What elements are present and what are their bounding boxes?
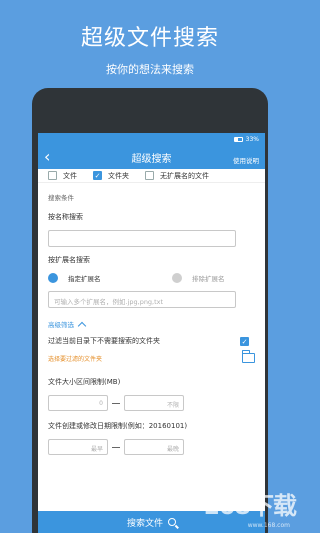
- name-search-label: 按名称搜索: [48, 213, 83, 221]
- checkbox-exclude-dirs[interactable]: ✓: [240, 336, 249, 346]
- filetype-noext[interactable]: 无扩展名的文件: [145, 171, 209, 181]
- size-min-input[interactable]: 0: [48, 395, 108, 411]
- date-limit-label: 文件创建或修改日期限制(例如：20160101): [48, 422, 188, 430]
- filetype-folder[interactable]: ✓ 文件夹: [93, 171, 129, 181]
- status-bar: 33%: [38, 133, 265, 145]
- checkbox-file[interactable]: [48, 171, 57, 180]
- watermark-url: www.168.com: [247, 522, 290, 529]
- size-max-input[interactable]: 不限: [124, 395, 184, 411]
- conditions-section-label: 搜索条件: [48, 194, 74, 202]
- size-limit-label: 文件大小区间限制(MB): [48, 378, 121, 386]
- advanced-filter-toggle[interactable]: 高级筛选: [38, 319, 265, 330]
- app-screen: 33% ‹ 超级搜索 使用说明 文件 ✓ 文件夹 无扩展名的文件 搜索条件 按名…: [38, 133, 265, 533]
- promo-subtitle: 按你的想法来搜索: [106, 63, 194, 76]
- checkbox-noext[interactable]: [145, 171, 154, 180]
- date-end-input[interactable]: 最晚: [124, 439, 184, 455]
- help-button[interactable]: 使用说明: [233, 155, 259, 165]
- pick-folders-row[interactable]: 选择要过滤的文件夹: [38, 349, 265, 367]
- filetype-folder-label: 文件夹: [108, 171, 129, 180]
- name-search-input[interactable]: [48, 230, 236, 247]
- radio-specified[interactable]: [48, 273, 58, 283]
- filetype-file[interactable]: 文件: [48, 171, 77, 181]
- promo-title: 超级文件搜索: [80, 26, 219, 51]
- advanced-filter-label: 高级筛选: [48, 321, 74, 329]
- ext-mode-radios: 指定扩展名 排除扩展名: [38, 271, 265, 285]
- checkbox-folder[interactable]: ✓: [93, 171, 102, 180]
- exclude-dirs-row[interactable]: 过滤当前目录下不需要搜索的文件夹 ✓: [38, 333, 265, 349]
- radio-exclude[interactable]: [172, 273, 182, 283]
- search-icon: [168, 518, 176, 526]
- size-range: 0 不限: [38, 395, 265, 411]
- date-start-input[interactable]: 最早: [48, 439, 108, 455]
- folder-icon[interactable]: [241, 350, 255, 363]
- radio-exclude-label: 排除扩展名: [192, 275, 225, 283]
- watermark-brand: 168下载: [202, 492, 297, 520]
- ext-input[interactable]: 可输入多个扩展名，例如.jpg,png,txt: [48, 291, 236, 308]
- file-type-options: 文件 ✓ 文件夹 无扩展名的文件: [38, 169, 265, 183]
- range-separator: [112, 402, 120, 404]
- pick-folders-label: 选择要过滤的文件夹: [48, 355, 103, 363]
- search-button-label: 搜索文件: [126, 518, 163, 529]
- filetype-noext-label: 无扩展名的文件: [160, 171, 209, 180]
- date-range: 最早 最晚: [38, 439, 265, 455]
- app-bar: ‹ 超级搜索 使用说明: [38, 145, 265, 169]
- page-title: 超级搜索: [131, 154, 172, 165]
- ext-search-label: 按扩展名搜索: [48, 256, 90, 264]
- battery-icon: [233, 136, 243, 142]
- range-separator: [112, 446, 120, 448]
- radio-specified-label: 指定扩展名: [68, 275, 101, 283]
- filetype-file-label: 文件: [63, 171, 77, 180]
- exclude-dirs-label: 过滤当前目录下不需要搜索的文件夹: [48, 337, 160, 345]
- battery-level: 33%: [245, 135, 259, 143]
